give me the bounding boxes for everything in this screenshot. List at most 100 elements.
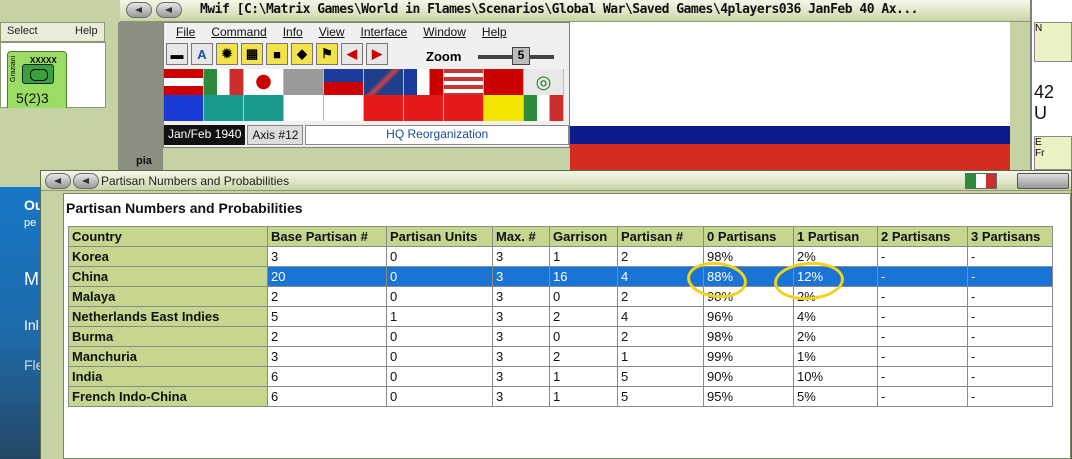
germany-flag-icon[interactable]	[164, 69, 204, 95]
tank-icon[interactable]: ▬	[166, 43, 188, 65]
map-window-titlebar[interactable]: Mwif [C:\Matrix Games\World in Flames\Sc…	[120, 0, 1030, 22]
flag-red-icon[interactable]	[364, 95, 404, 121]
flag-teal-icon[interactable]	[244, 95, 284, 121]
left-divider	[118, 22, 163, 170]
flag-red-icon[interactable]	[404, 95, 444, 121]
uk-flag-icon[interactable]	[364, 69, 404, 95]
table-cell: 2	[549, 306, 618, 327]
column-header[interactable]: Garrison	[549, 226, 618, 247]
table-row[interactable]: India 6 0 3 1 5 90% 10% - -	[68, 366, 1053, 387]
table-cell: 2	[617, 246, 704, 267]
column-header[interactable]: Base Partisan #	[267, 226, 387, 247]
menu-bar: File Command Info View Interface Window …	[176, 25, 507, 39]
country-cell: Manchuria	[68, 346, 268, 367]
toolbar: ▬ A ✹ ▦ ■ ◆ ⚑ ◀ ▶	[166, 43, 388, 67]
table-cell: 3	[492, 286, 550, 307]
france-flag-icon[interactable]	[404, 69, 444, 95]
flag-icon[interactable]: ⚑	[316, 43, 338, 65]
column-header[interactable]: 1 Partisan	[793, 226, 878, 247]
column-header[interactable]: Partisan Units	[386, 226, 493, 247]
empty-slot	[284, 95, 324, 121]
table-cell: -	[967, 266, 1053, 287]
pin-icon[interactable]: ◆	[291, 43, 313, 65]
usa-flag-icon[interactable]	[444, 69, 484, 95]
layer-icon[interactable]: ■	[266, 43, 288, 65]
table-cell: 1%	[793, 346, 878, 367]
flag-blue-icon[interactable]	[164, 95, 204, 121]
flag-yellow-icon[interactable]	[484, 95, 524, 121]
ussr-flag-icon[interactable]	[484, 69, 524, 95]
right-small-panel: N	[1034, 22, 1072, 62]
menu-help[interactable]: Help	[482, 25, 507, 39]
italy-flag-icon[interactable]	[204, 69, 244, 95]
table-cell: 6	[267, 386, 387, 407]
china-flag-icon[interactable]	[324, 69, 364, 95]
table-cell: -	[877, 366, 968, 387]
table-cell: -	[967, 366, 1053, 387]
table-cell: -	[877, 306, 968, 327]
table-cell: 1	[549, 386, 618, 407]
table-cell: 0	[549, 286, 618, 307]
map-area[interactable]	[570, 22, 1010, 122]
font-icon[interactable]: A	[191, 43, 213, 65]
arrow-left-icon[interactable]: ◀	[341, 43, 363, 65]
japan-flag-icon[interactable]	[244, 69, 284, 95]
flag-red-icon[interactable]	[444, 95, 484, 121]
arrow-right-icon[interactable]: ▶	[366, 43, 388, 65]
target-icon[interactable]: ◎	[524, 69, 564, 95]
menu-command[interactable]: Command	[211, 25, 266, 39]
dialog-titlebar[interactable]: Partisan Numbers and Probabilities	[41, 171, 1071, 191]
unit-counter[interactable]: Graziani XXXXX 5(2)3	[7, 51, 67, 111]
turn-indicator: Axis #12	[247, 125, 304, 145]
table-row[interactable]: French Indo-China 6 0 3 1 5 95% 5% - -	[68, 386, 1053, 407]
table-cell: -	[967, 306, 1053, 327]
zoom-slider-handle[interactable]: 5	[512, 47, 530, 65]
settings-icon[interactable]: ✹	[216, 43, 238, 65]
country-cell: Malaya	[68, 286, 268, 307]
column-header[interactable]: Max. #	[492, 226, 550, 247]
table-cell: -	[877, 326, 968, 347]
select-button[interactable]: Select	[7, 25, 38, 37]
right-panel-text: 42 U	[1034, 82, 1055, 123]
table-cell: 3	[492, 246, 550, 267]
table-cell: 96%	[703, 306, 794, 327]
flag-teal-icon[interactable]	[204, 95, 244, 121]
menu-view[interactable]: View	[319, 25, 345, 39]
column-header[interactable]: Partisan #	[617, 226, 704, 247]
table-row[interactable]: Burma 2 0 3 0 2 98% 2% - -	[68, 326, 1053, 347]
armor-symbol-icon	[22, 64, 54, 84]
country-cell: India	[68, 366, 268, 387]
map-window: Mwif [C:\Matrix Games\World in Flames\Sc…	[0, 0, 1072, 170]
column-header[interactable]: 2 Partisans	[877, 226, 968, 247]
table-cell: -	[967, 346, 1053, 367]
table-row[interactable]: Malaya 2 0 3 0 2 98% 2% - -	[68, 286, 1053, 307]
close-button[interactable]	[1017, 173, 1069, 189]
menu-window[interactable]: Window	[423, 25, 466, 39]
menu-info[interactable]: Info	[283, 25, 303, 39]
help-button[interactable]: Help	[75, 25, 98, 37]
italy-flag-icon[interactable]	[524, 95, 564, 121]
table-cell: -	[877, 266, 968, 287]
window-control-icon[interactable]	[126, 2, 152, 18]
column-header[interactable]: 0 Partisans	[703, 226, 794, 247]
table-cell: -	[877, 346, 968, 367]
table-cell: 5	[617, 366, 704, 387]
table-row[interactable]: Manchuria 3 0 3 2 1 99% 1% - -	[68, 346, 1053, 367]
menu-interface[interactable]: Interface	[361, 25, 408, 39]
table-row[interactable]: Korea 3 0 3 1 2 98% 2% - -	[68, 246, 1053, 267]
grid-icon[interactable]: ▦	[241, 43, 263, 65]
table-row[interactable]: Netherlands East Indies 5 1 3 2 4 96% 4% - -	[68, 306, 1053, 327]
table-cell: 95%	[703, 386, 794, 407]
window-control-icon[interactable]	[73, 173, 99, 189]
dialog-title: Partisan Numbers and Probabilities	[101, 174, 290, 188]
table-row[interactable]: China 20 0 3 16 4 88% 12% - -	[68, 266, 1053, 287]
column-header[interactable]: 3 Partisans	[967, 226, 1053, 247]
menu-file[interactable]: File	[176, 25, 195, 39]
window-control-icon[interactable]	[156, 2, 182, 18]
column-header[interactable]: Country	[68, 226, 268, 247]
unit-panel: Graziani XXXXX 5(2)3	[0, 42, 106, 111]
country-cell: China	[68, 266, 268, 287]
table-cell: 3	[267, 246, 387, 267]
window-control-icon[interactable]	[45, 173, 71, 189]
table-cell: 0	[386, 246, 493, 267]
